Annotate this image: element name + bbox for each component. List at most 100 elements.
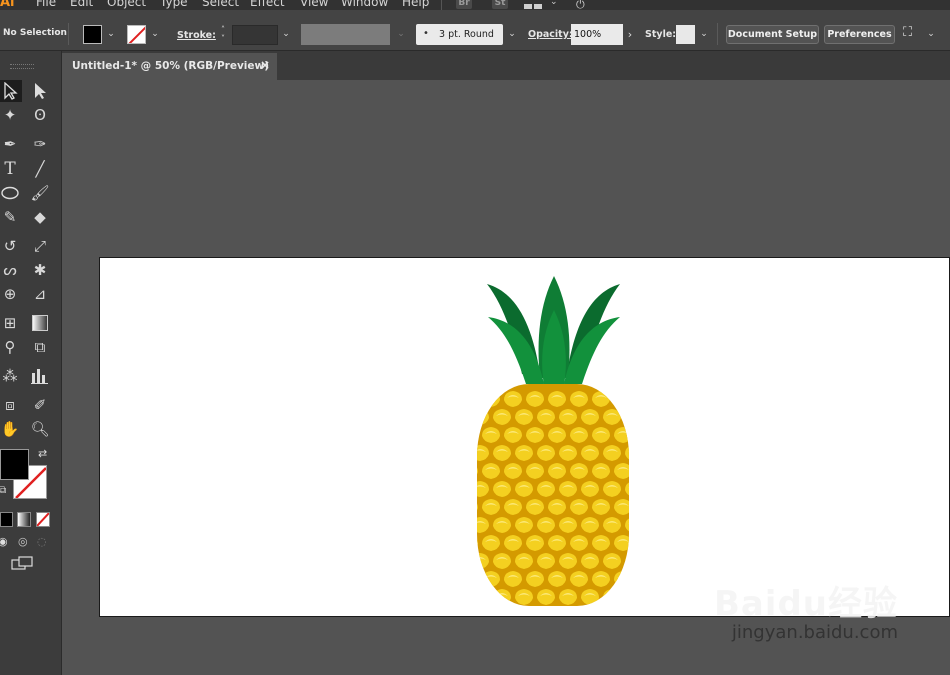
pen-tool-icon[interactable]: ✒ bbox=[0, 133, 22, 155]
gradient-mode-icon[interactable] bbox=[17, 512, 31, 527]
fill-swatch[interactable] bbox=[83, 25, 102, 44]
default-fill-stroke-icon[interactable]: ⧉ bbox=[0, 485, 6, 496]
shape-builder-tool-icon[interactable]: ⊕ bbox=[0, 283, 22, 305]
slice-tool-icon[interactable]: ✐ bbox=[28, 394, 52, 416]
ellipse-tool-icon[interactable] bbox=[0, 182, 22, 204]
line-segment-tool-icon[interactable]: ╱ bbox=[28, 158, 52, 180]
screen-mode-icon[interactable] bbox=[11, 556, 35, 572]
lasso-tool-icon[interactable]: ʘ bbox=[28, 104, 52, 126]
pineapple-scale-highlight bbox=[470, 539, 475, 542]
color-mode-icon[interactable] bbox=[0, 512, 13, 527]
chevron-down-icon[interactable]: ⌄ bbox=[550, 0, 558, 7]
rotate-tool-icon[interactable]: ↺ bbox=[0, 235, 22, 257]
profile-dropdown-icon[interactable]: ⌄ bbox=[394, 25, 408, 44]
document-tab-title: Untitled-1* @ 50% (RGB/Preview) bbox=[72, 60, 270, 72]
stock-button[interactable]: St bbox=[492, 0, 508, 9]
symbol-sprayer-tool-icon[interactable]: ⁂ bbox=[0, 365, 22, 387]
eraser-tool-icon[interactable]: ◆ bbox=[28, 206, 52, 228]
pineapple-illustration[interactable] bbox=[470, 274, 640, 614]
pineapple-scale-highlight bbox=[470, 431, 475, 434]
direct-selection-tool-icon[interactable] bbox=[28, 80, 52, 102]
tools-panel: ✦ ʘ ✒ ✑ T ╱ 🖌 ✎ ◆ ↺ ⤢ ᔕ ✱ ⊕ ⊿ ⊞ ⚲ ⧉ ⁂ ⧈ … bbox=[0, 51, 62, 675]
none-mode-icon[interactable] bbox=[36, 512, 50, 527]
menu-view[interactable]: View bbox=[300, 0, 328, 9]
curvature-tool-icon[interactable]: ✑ bbox=[28, 133, 52, 155]
select-similar-icon[interactable]: ⛶ bbox=[903, 25, 912, 40]
stroke-weight-stepper[interactable]: ˄ ˅ bbox=[216, 25, 230, 45]
fill-dropdown-icon[interactable]: ⌄ bbox=[104, 25, 118, 44]
pineapple-scale bbox=[625, 553, 629, 569]
selection-tool-icon[interactable] bbox=[0, 80, 22, 102]
menu-file[interactable]: File bbox=[36, 0, 56, 9]
opacity-input[interactable]: 100% bbox=[571, 24, 623, 45]
stroke-label[interactable]: Stroke: bbox=[177, 30, 216, 41]
eyedropper-tool-icon[interactable]: ⚲ bbox=[0, 336, 22, 358]
draw-behind-icon[interactable]: ◎ bbox=[18, 535, 28, 548]
pineapple-scale-highlight bbox=[617, 395, 629, 398]
close-tab-icon[interactable]: × bbox=[260, 58, 270, 72]
swap-fill-stroke-icon[interactable]: ⇄ bbox=[38, 447, 47, 460]
menu-edit[interactable]: Edit bbox=[70, 0, 93, 9]
scale-tool-icon[interactable]: ⤢ bbox=[28, 235, 52, 257]
pineapple-scale bbox=[477, 499, 478, 515]
pineapple-scale-highlight bbox=[606, 593, 618, 596]
pineapple-scale-highlight bbox=[477, 413, 486, 416]
pineapple-scale-highlight bbox=[628, 413, 629, 416]
column-graph-tool-icon[interactable] bbox=[28, 365, 52, 387]
pineapple-scale bbox=[636, 535, 640, 551]
artboard[interactable] bbox=[99, 257, 950, 617]
pineapple-scale-highlight bbox=[470, 467, 475, 470]
paintbrush-tool-icon[interactable]: 🖌 bbox=[28, 182, 52, 204]
pineapple-scale-highlight bbox=[639, 395, 640, 398]
graphic-style-swatch[interactable] bbox=[676, 25, 695, 44]
arrange-documents-icon[interactable] bbox=[524, 0, 544, 9]
opacity-label[interactable]: Opacity: bbox=[528, 29, 573, 40]
control-options-dropdown-icon[interactable]: ⌄ bbox=[924, 25, 938, 44]
pineapple-scale-highlight bbox=[628, 521, 629, 524]
draw-normal-icon[interactable]: ◉ bbox=[0, 535, 8, 548]
brush-dropdown-icon[interactable]: ⌄ bbox=[505, 25, 519, 44]
shaper-tool-icon[interactable]: ✎ bbox=[0, 206, 22, 228]
bridge-button[interactable]: Br bbox=[456, 0, 472, 9]
fill-color-box[interactable] bbox=[0, 449, 29, 480]
stroke-dropdown-icon[interactable]: ⌄ bbox=[148, 25, 162, 44]
pineapple-scale-highlight bbox=[639, 431, 640, 434]
style-dropdown-icon[interactable]: ⌄ bbox=[697, 25, 711, 44]
pineapple-scale-highlight bbox=[485, 395, 497, 398]
menu-type[interactable]: Type bbox=[160, 0, 188, 9]
mesh-tool-icon[interactable]: ⊞ bbox=[0, 312, 22, 334]
gpu-performance-icon[interactable]: ⏻ bbox=[576, 0, 585, 10]
variable-width-profile[interactable] bbox=[301, 24, 390, 45]
puppet-warp-tool-icon[interactable]: ✱ bbox=[28, 259, 52, 281]
zoom-tool-icon[interactable]: 🔍︎ bbox=[28, 418, 52, 440]
document-setup-button[interactable]: Document Setup bbox=[726, 25, 819, 44]
stroke-weight-dropdown-icon[interactable]: ⌄ bbox=[279, 25, 293, 44]
stroke-weight-input[interactable] bbox=[232, 25, 278, 45]
magic-wand-tool-icon[interactable]: ✦ bbox=[0, 104, 22, 126]
artboard-tool-icon[interactable]: ⧈ bbox=[0, 394, 22, 416]
blend-tool-icon[interactable]: ⧉ bbox=[28, 336, 52, 358]
pineapple-body bbox=[470, 384, 640, 606]
warp-tool-icon[interactable]: ᔕ bbox=[0, 259, 22, 281]
menu-window[interactable]: Window bbox=[341, 0, 388, 9]
type-tool-icon[interactable]: T bbox=[0, 158, 22, 180]
pineapple-scale-highlight bbox=[639, 539, 640, 542]
menu-object[interactable]: Object bbox=[107, 0, 146, 9]
brush-definition[interactable]: • 3 pt. Round bbox=[416, 24, 503, 45]
hand-tool-icon[interactable]: ✋ bbox=[0, 418, 22, 440]
document-tab[interactable]: Untitled-1* @ 50% (RGB/Preview) × bbox=[62, 53, 277, 80]
menu-divider bbox=[441, 0, 442, 10]
perspective-grid-tool-icon[interactable]: ⊿ bbox=[28, 283, 52, 305]
gradient-tool-icon[interactable] bbox=[28, 312, 52, 334]
pineapple-leaves bbox=[487, 276, 620, 386]
draw-inside-icon[interactable]: ◌ bbox=[37, 535, 47, 548]
preferences-button[interactable]: Preferences bbox=[824, 25, 895, 44]
stroke-swatch[interactable] bbox=[127, 25, 146, 44]
pineapple-scale-highlight bbox=[470, 575, 475, 578]
menu-select[interactable]: Select bbox=[202, 0, 239, 9]
chevron-right-icon[interactable]: › bbox=[623, 25, 637, 44]
menu-help[interactable]: Help bbox=[402, 0, 429, 9]
panel-grip[interactable] bbox=[10, 64, 34, 69]
menu-effect[interactable]: Effect bbox=[250, 0, 285, 9]
pineapple-scale bbox=[636, 571, 640, 587]
